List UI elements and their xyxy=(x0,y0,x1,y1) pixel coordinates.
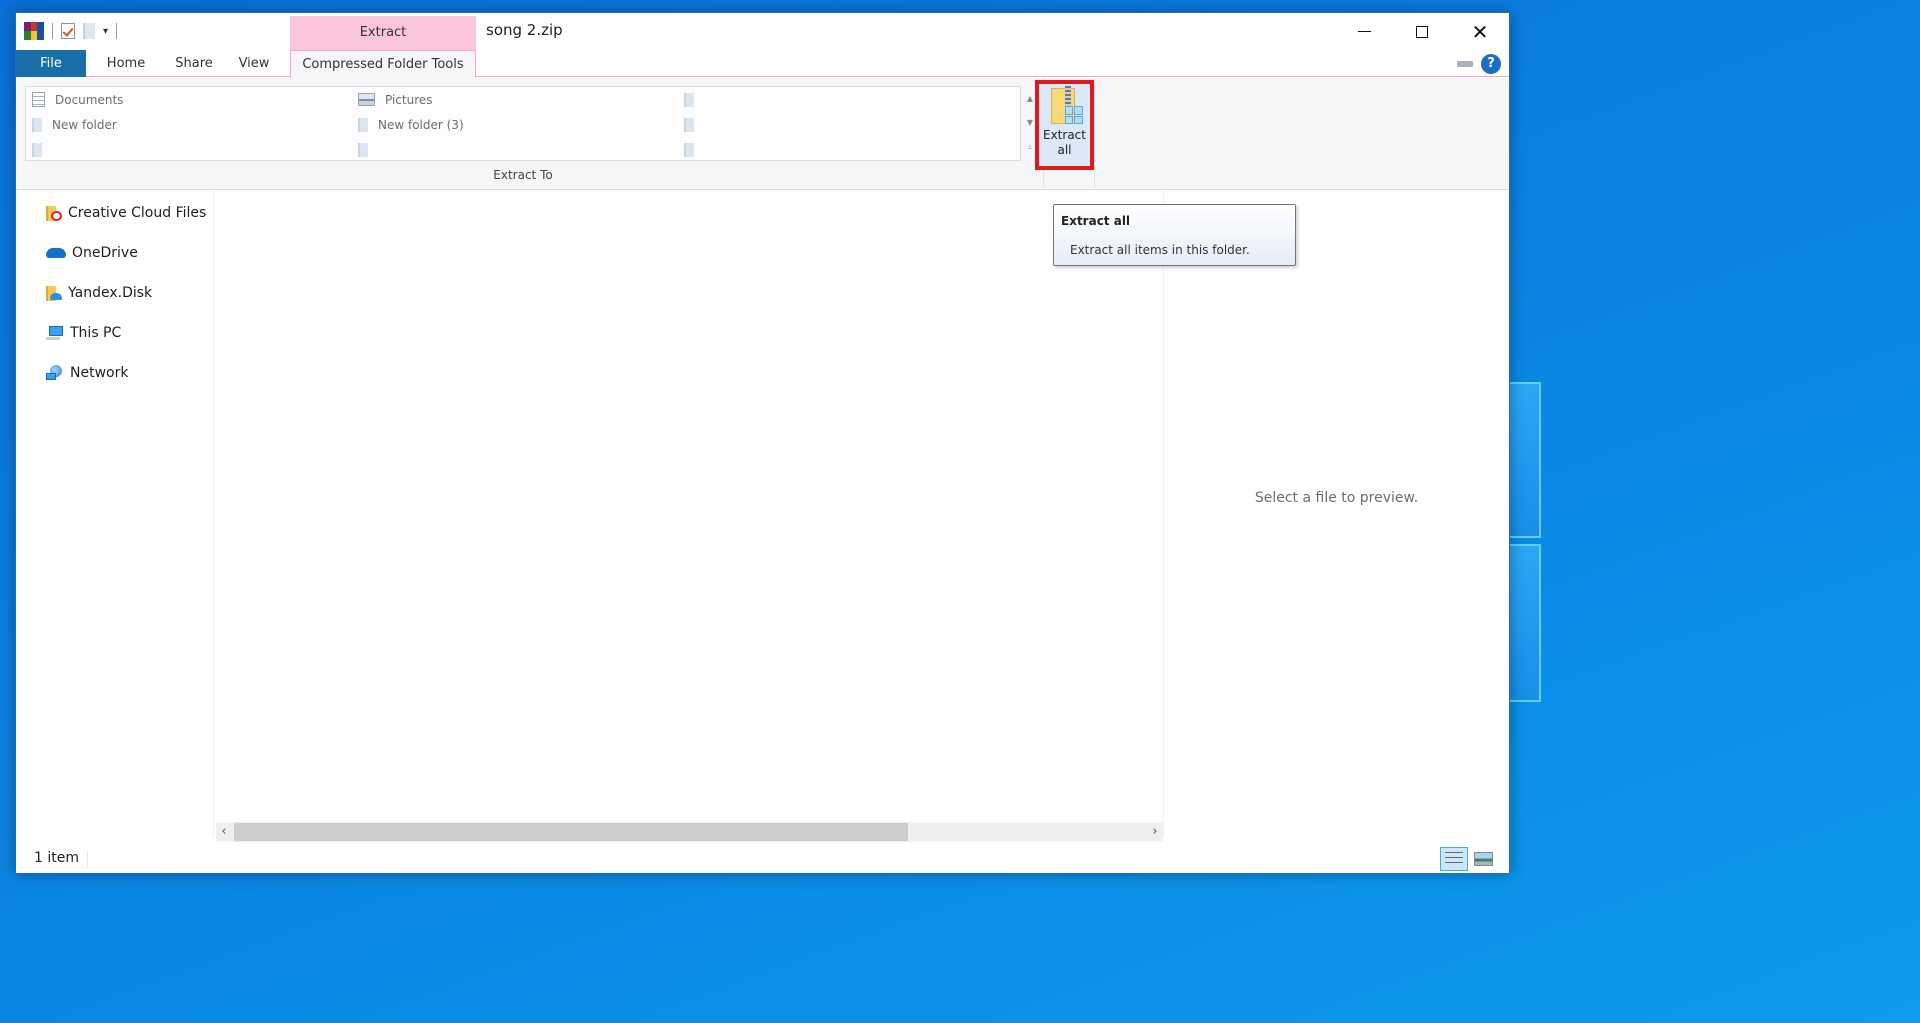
minimize-icon xyxy=(1357,31,1371,32)
folder-icon xyxy=(684,92,694,107)
winrar-app-icon[interactable] xyxy=(24,22,44,40)
scroll-right-icon[interactable]: › xyxy=(1147,822,1163,842)
gallery-column: Documents New folder xyxy=(26,87,346,162)
folder-icon xyxy=(358,117,368,132)
gallery-scroll-up-icon[interactable]: ▲ xyxy=(1027,94,1033,103)
qat-separator xyxy=(52,23,53,39)
tooltip-title: Extract all xyxy=(1061,214,1131,228)
windows-logo-pane-bottom xyxy=(1505,544,1541,702)
gallery-item-pictures[interactable]: Pictures xyxy=(352,87,672,112)
nav-item-yandex-disk[interactable]: Yandex.Disk xyxy=(46,283,152,303)
tab-compressed-folder-tools[interactable]: Compressed Folder Tools xyxy=(290,50,476,78)
minimize-button[interactable] xyxy=(1335,13,1393,50)
close-icon: ✕ xyxy=(1471,19,1489,44)
documents-icon xyxy=(32,92,45,107)
title-bar: ▾ Extract song 2.zip ✕ xyxy=(16,13,1509,50)
nav-item-label: Creative Cloud Files xyxy=(68,205,207,221)
network-icon xyxy=(46,365,64,381)
gallery-item[interactable] xyxy=(678,112,998,137)
folder-icon xyxy=(358,142,368,157)
new-folder-icon[interactable] xyxy=(83,23,95,39)
creative-cloud-folder-icon xyxy=(46,205,62,221)
ribbon-right-controls: ? xyxy=(1457,54,1501,74)
scroll-left-icon[interactable]: ‹ xyxy=(216,822,232,842)
folder-icon xyxy=(684,117,694,132)
file-explorer-window: ▾ Extract song 2.zip ✕ File Home Share V… xyxy=(15,12,1510,874)
gallery-item-label: Pictures xyxy=(385,92,433,107)
zip-folder-icon xyxy=(1047,86,1083,126)
extract-to-gallery: Documents New folder Pictures New folder… xyxy=(25,86,1021,161)
customize-dropdown-icon[interactable]: ▾ xyxy=(103,26,108,37)
windows-logo-pane-top xyxy=(1505,382,1541,538)
help-icon[interactable]: ? xyxy=(1481,54,1501,74)
gallery-item[interactable] xyxy=(352,137,672,162)
quick-access-toolbar: ▾ xyxy=(24,20,118,42)
folder-icon xyxy=(684,142,694,157)
extract-all-label: Extract all xyxy=(1043,128,1086,157)
gallery-item-label: Documents xyxy=(55,92,124,107)
extract-to-group-label: Extract To xyxy=(493,168,553,182)
gallery-item-label: New folder (3) xyxy=(378,117,464,132)
preview-pane: Select a file to preview. xyxy=(1163,191,1509,837)
qat-separator xyxy=(116,23,118,39)
file-list-area[interactable]: ‹ › xyxy=(214,191,1163,842)
gallery-item-new-folder[interactable]: New folder xyxy=(26,112,346,137)
details-view-button[interactable] xyxy=(1440,847,1468,871)
gallery-item[interactable] xyxy=(678,87,998,112)
gallery-column: Pictures New folder (3) xyxy=(352,87,672,162)
folder-icon xyxy=(32,142,42,157)
nav-item-label: Network xyxy=(70,365,129,381)
yandex-disk-folder-icon xyxy=(46,285,62,301)
gallery-column xyxy=(678,87,998,162)
tab-file[interactable]: File xyxy=(16,50,86,77)
context-tab-header-extract: Extract xyxy=(290,16,476,50)
large-icons-view-button[interactable] xyxy=(1474,852,1493,866)
gallery-item-documents[interactable]: Documents xyxy=(26,87,346,112)
tab-home[interactable]: Home xyxy=(96,50,156,77)
tab-share[interactable]: Share xyxy=(164,50,224,77)
view-switcher xyxy=(1440,847,1493,871)
nav-item-label: This PC xyxy=(70,325,122,341)
item-count: 1 item xyxy=(34,850,79,866)
pin-ribbon-icon[interactable] xyxy=(1457,61,1473,67)
gallery-scroll-down-icon[interactable]: ▼ xyxy=(1027,118,1033,127)
close-button[interactable]: ✕ xyxy=(1451,13,1509,50)
gallery-item[interactable] xyxy=(26,137,346,162)
maximize-icon xyxy=(1416,25,1428,38)
nav-item-this-pc[interactable]: This PC xyxy=(46,323,121,343)
this-pc-icon xyxy=(46,325,64,341)
navigation-pane: Creative Cloud Files OneDrive Yandex.Dis… xyxy=(16,191,214,837)
pictures-icon xyxy=(358,93,375,106)
ribbon-tab-bar: File Home Share View Compressed Folder T… xyxy=(16,50,1509,78)
status-bar: 1 item xyxy=(16,845,1509,873)
gallery-item-label: New folder xyxy=(52,117,117,132)
horizontal-scrollbar[interactable]: ‹ › xyxy=(216,822,1163,842)
window-title: song 2.zip xyxy=(486,21,563,39)
gallery-expand-icon[interactable]: ⩡ xyxy=(1028,143,1033,153)
onedrive-cloud-icon xyxy=(46,248,66,258)
nav-item-label: OneDrive xyxy=(72,245,138,261)
nav-item-label: Yandex.Disk xyxy=(68,285,153,301)
gallery-item[interactable] xyxy=(678,137,998,162)
scrollbar-thumb[interactable] xyxy=(234,823,908,841)
tab-view[interactable]: View xyxy=(228,50,280,77)
preview-message: Select a file to preview. xyxy=(1254,490,1419,506)
gallery-item-new-folder-3[interactable]: New folder (3) xyxy=(352,112,672,137)
nav-item-network[interactable]: Network xyxy=(46,363,128,383)
extract-all-button[interactable]: Extract all xyxy=(1035,80,1094,170)
properties-check-icon[interactable] xyxy=(61,23,75,39)
windows-desktop-logo xyxy=(1505,378,1545,708)
extract-all-tooltip: Extract all Extract all items in this fo… xyxy=(1053,204,1296,266)
tooltip-description: Extract all items in this folder. xyxy=(1070,243,1250,257)
folder-icon xyxy=(32,117,42,132)
details-view-icon xyxy=(1445,852,1463,866)
nav-item-creative-cloud-files[interactable]: Creative Cloud Files xyxy=(46,203,206,223)
ribbon-group-separator xyxy=(1094,78,1095,188)
nav-item-onedrive[interactable]: OneDrive xyxy=(46,243,138,263)
window-controls: ✕ xyxy=(1335,13,1509,50)
status-separator xyxy=(87,851,88,867)
ribbon-panel: Documents New folder Pictures New folder… xyxy=(16,78,1509,190)
maximize-button[interactable] xyxy=(1393,13,1451,50)
